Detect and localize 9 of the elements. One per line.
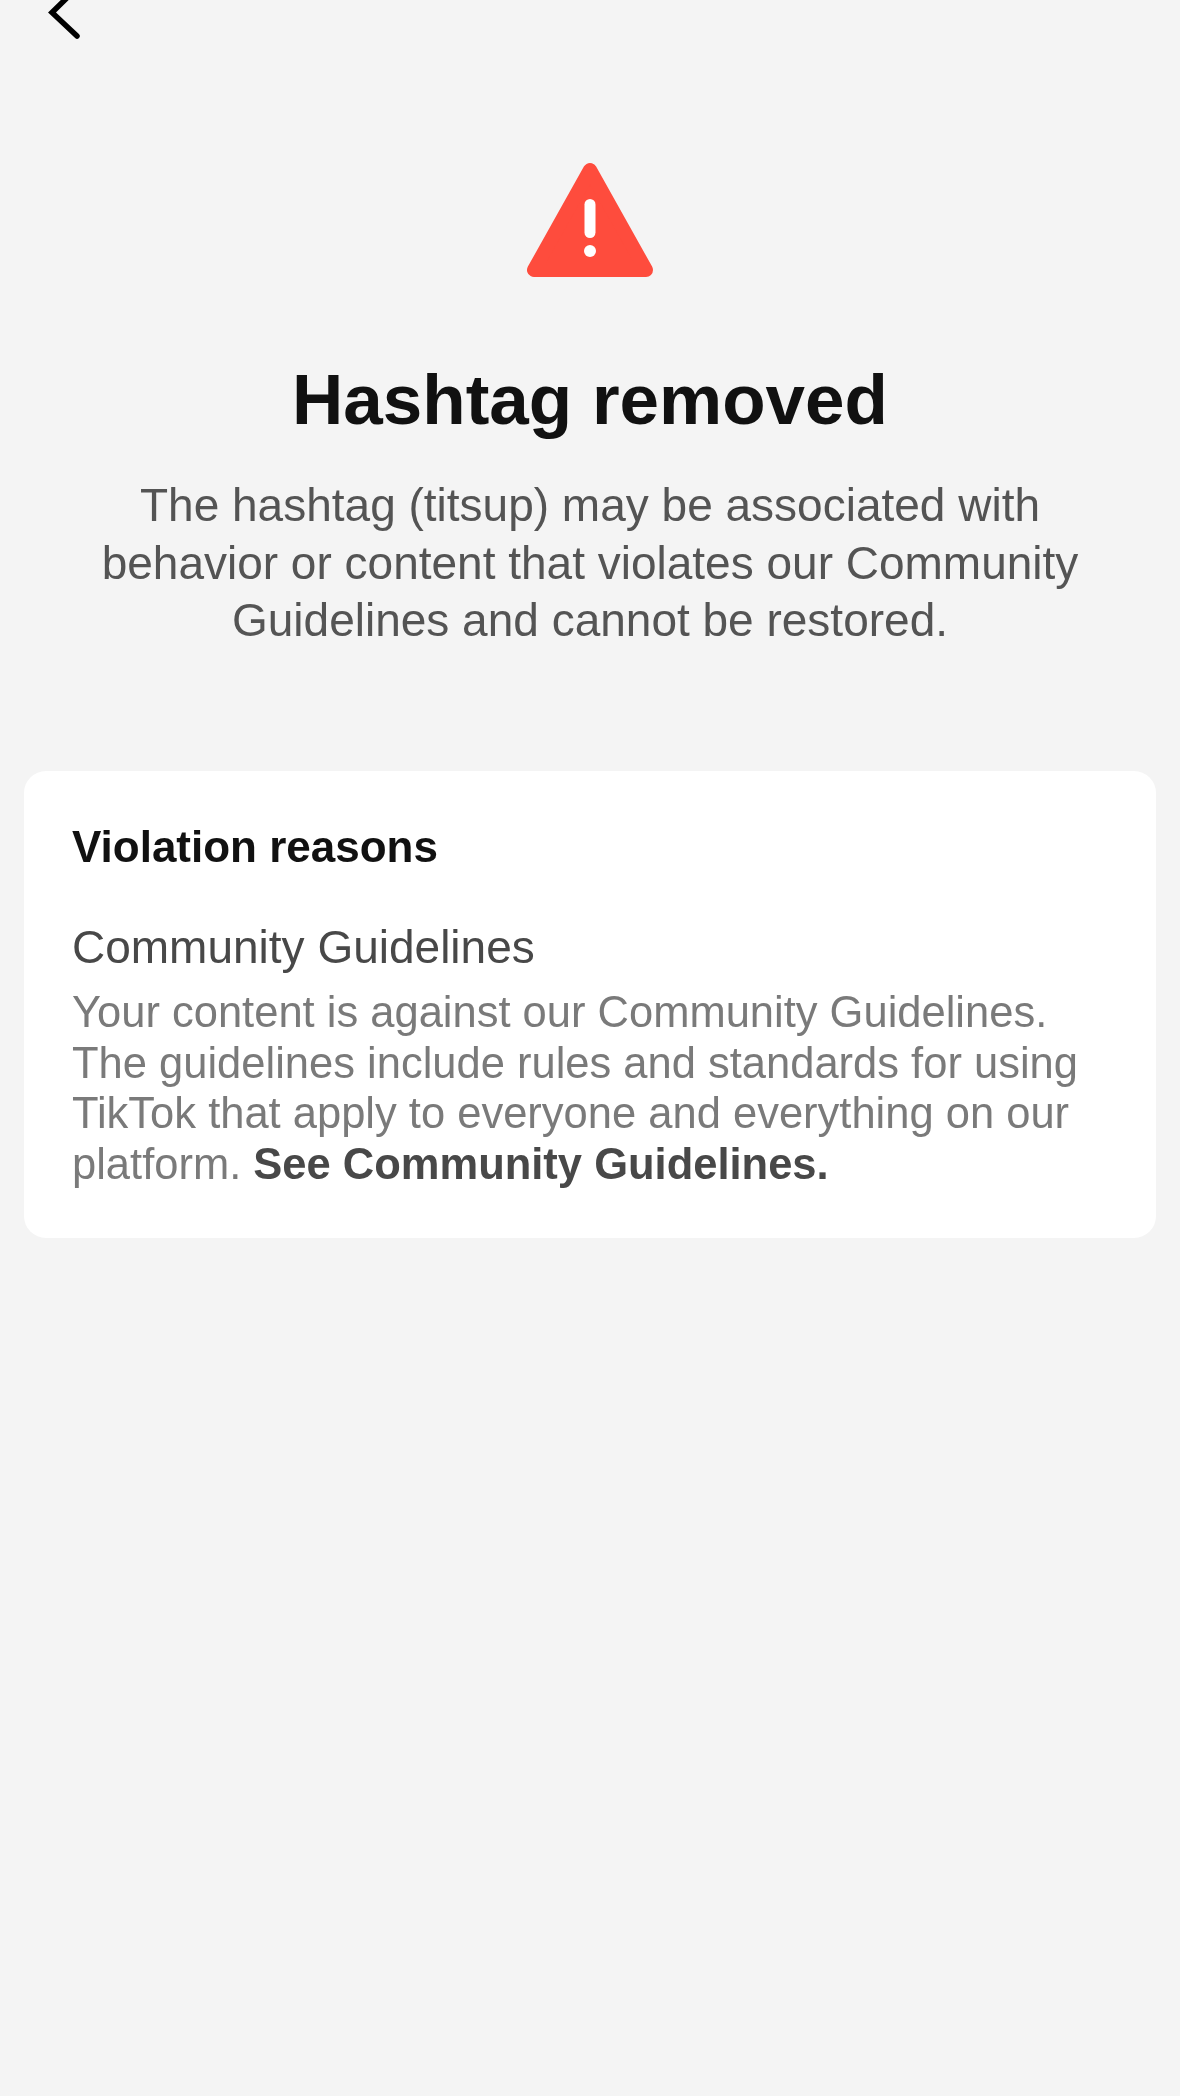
reason-description: Your content is against our Community Guidelines. The guidelines include rules and standards for using TikTok that apply to everyone and everything on our platform. See Community Guidelines. xyxy=(72,987,1079,1190)
warning-icon xyxy=(526,162,654,278)
page-title: Hashtag removed xyxy=(292,359,888,441)
notice-description: The hashtag (titsup) may be associated with behavior or content that violates our Community Guidelines and cannot be restored. xyxy=(100,478,1080,649)
section-heading: Violation reasons xyxy=(72,820,439,873)
chevron-left-icon xyxy=(46,0,82,40)
back-button[interactable] xyxy=(46,0,82,40)
guidelines-link[interactable]: See Community Guidelines. xyxy=(253,1139,829,1188)
reason-title: Community Guidelines xyxy=(72,920,536,976)
